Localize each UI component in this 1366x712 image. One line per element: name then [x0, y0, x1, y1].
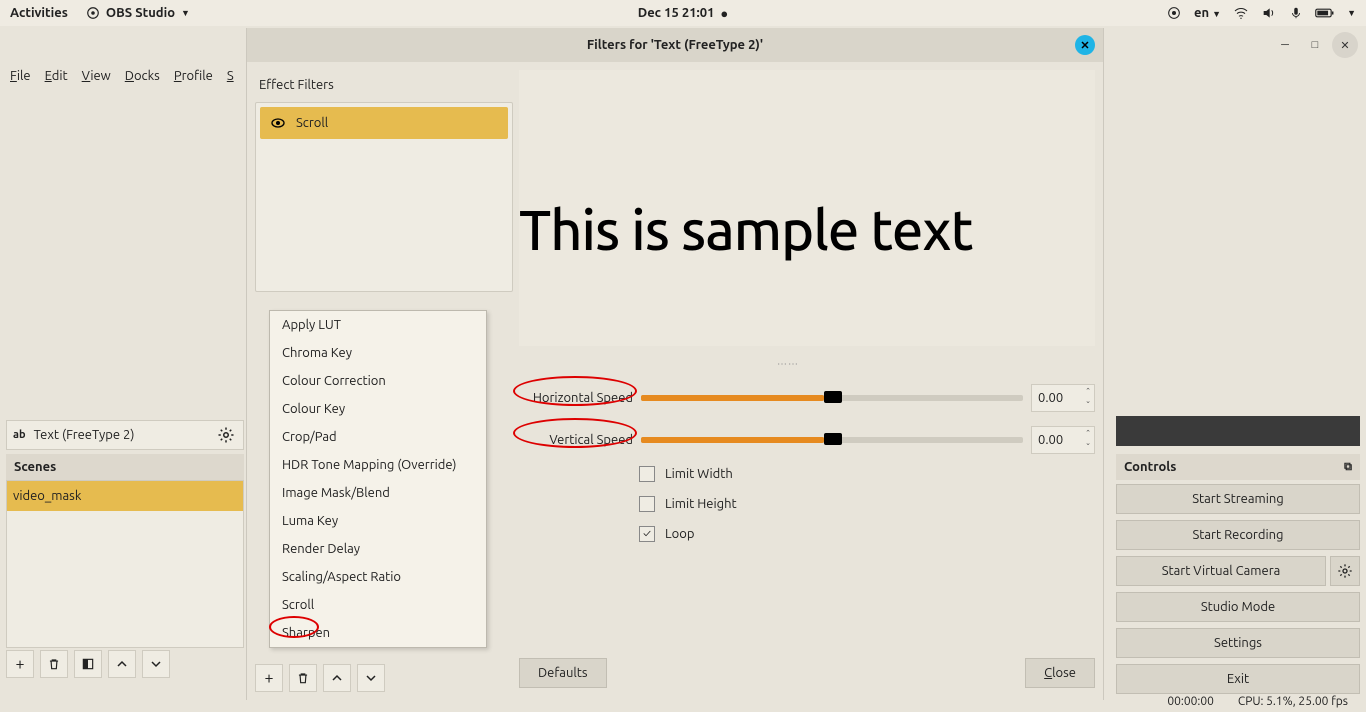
start-recording-button[interactable]: Start Recording — [1116, 520, 1360, 550]
vertical-speed-spinbox[interactable]: 0.00 ⌃⌄ — [1031, 426, 1095, 454]
text-source-icon: ab — [13, 429, 26, 441]
menu-apply-lut[interactable]: Apply LUT — [270, 311, 486, 339]
menu-render-delay[interactable]: Render Delay — [270, 535, 486, 563]
limit-height-row: Limit Height — [639, 496, 737, 512]
audio-mixer-strip — [1116, 416, 1360, 446]
limit-width-checkbox[interactable] — [639, 466, 655, 482]
menu-hdr-tone-mapping[interactable]: HDR Tone Mapping (Override) — [270, 451, 486, 479]
vertical-speed-row: Vertical Speed 0.00 ⌃⌄ — [519, 426, 1095, 454]
loop-label: Loop — [665, 527, 694, 541]
menu-scene-collection[interactable]: S — [227, 69, 234, 83]
battery-icon[interactable] — [1315, 6, 1335, 20]
menu-luma-key[interactable]: Luma Key — [270, 507, 486, 535]
scenes-header: Scenes — [6, 454, 244, 480]
menu-scaling-aspect-ratio[interactable]: Scaling/Aspect Ratio — [270, 563, 486, 591]
popout-icon[interactable]: ⧉ — [1344, 461, 1352, 474]
filter-preview: This is sample text — [519, 70, 1095, 346]
maximize-button[interactable]: □ — [1302, 32, 1328, 58]
obs-tray-icon[interactable] — [1166, 5, 1182, 21]
volume-icon[interactable] — [1261, 5, 1277, 21]
studio-mode-button[interactable]: Studio Mode — [1116, 592, 1360, 622]
scene-item[interactable]: video_mask — [7, 481, 243, 511]
minimize-button[interactable]: ─ — [1272, 32, 1298, 58]
settings-button[interactable]: Settings — [1116, 628, 1360, 658]
clock[interactable]: Dec 15 21:01 ● — [638, 6, 729, 21]
scene-toolbar: + — [6, 648, 244, 680]
close-dialog-button[interactable]: Close — [1025, 658, 1095, 688]
source-name: Text (FreeType 2) — [34, 428, 135, 442]
menu-colour-correction[interactable]: Colour Correction — [270, 367, 486, 395]
menu-profile[interactable]: Profile — [174, 69, 213, 83]
scene-filters-button[interactable] — [74, 650, 102, 678]
status-cpu: CPU: 5.1%, 25.00 fps — [1238, 695, 1348, 708]
horizontal-speed-label: Horizontal Speed — [519, 391, 633, 405]
menu-image-mask-blend[interactable]: Image Mask/Blend — [270, 479, 486, 507]
lang-indicator[interactable]: en ▼ — [1194, 6, 1221, 20]
filters-dialog: Filters for 'Text (FreeType 2)' ✕ Effect… — [246, 28, 1104, 700]
obs-icon — [86, 6, 100, 20]
limit-width-row: Limit Width — [639, 466, 733, 482]
menu-crop-pad[interactable]: Crop/Pad — [270, 423, 486, 451]
start-streaming-button[interactable]: Start Streaming — [1116, 484, 1360, 514]
visibility-icon[interactable] — [270, 115, 286, 131]
horizontal-speed-row: Horizontal Speed 0.00 ⌃⌄ — [519, 384, 1095, 412]
loop-row: ✓ Loop — [639, 526, 694, 542]
move-scene-up-button[interactable] — [108, 650, 136, 678]
app-menu[interactable]: OBS Studio ▼ — [86, 6, 190, 20]
limit-width-label: Limit Width — [665, 467, 733, 481]
menu-scroll[interactable]: Scroll — [270, 591, 486, 619]
menu-file[interactable]: File — [10, 69, 31, 83]
dialog-titlebar: Filters for 'Text (FreeType 2)' ✕ — [247, 28, 1103, 62]
filter-name: Scroll — [296, 116, 328, 130]
preview-text: This is sample text — [519, 198, 973, 261]
remove-filter-button[interactable] — [289, 664, 317, 692]
source-properties-button[interactable] — [215, 424, 237, 446]
add-scene-button[interactable]: + — [6, 650, 34, 678]
controls-header: Controls ⧉ — [1116, 454, 1360, 480]
limit-height-label: Limit Height — [665, 497, 737, 511]
filters-toolbar: + — [255, 664, 385, 692]
add-filter-context-menu: Apply LUT Chroma Key Colour Correction C… — [269, 310, 487, 648]
menu-edit[interactable]: Edit — [45, 69, 68, 83]
effect-filters-label: Effect Filters — [255, 70, 513, 102]
menu-colour-key[interactable]: Colour Key — [270, 395, 486, 423]
add-filter-button[interactable]: + — [255, 664, 283, 692]
menu-chroma-key[interactable]: Chroma Key — [270, 339, 486, 367]
close-button[interactable]: ✕ — [1332, 32, 1358, 58]
activities-button[interactable]: Activities — [10, 6, 68, 20]
virtual-camera-settings-button[interactable] — [1330, 556, 1360, 586]
controls-panel: Start Streaming Start Recording Start Vi… — [1116, 484, 1360, 694]
dialog-close-button[interactable]: ✕ — [1075, 35, 1095, 55]
dialog-title: Filters for 'Text (FreeType 2)' — [587, 38, 763, 52]
wifi-icon[interactable] — [1233, 5, 1249, 21]
status-time: 00:00:00 — [1167, 695, 1214, 708]
limit-height-checkbox[interactable] — [639, 496, 655, 512]
gnome-topbar: Activities OBS Studio ▼ Dec 15 21:01 ● e… — [0, 0, 1366, 26]
move-filter-down-button[interactable] — [357, 664, 385, 692]
vertical-speed-label: Vertical Speed — [519, 433, 633, 447]
menu-view[interactable]: View — [82, 69, 111, 83]
remove-scene-button[interactable] — [40, 650, 68, 678]
horizontal-speed-slider[interactable] — [641, 395, 1023, 401]
horizontal-speed-spinbox[interactable]: 0.00 ⌃⌄ — [1031, 384, 1095, 412]
menu-sharpen[interactable]: Sharpen — [270, 619, 486, 647]
defaults-button[interactable]: Defaults — [519, 658, 607, 688]
start-virtual-camera-button[interactable]: Start Virtual Camera — [1116, 556, 1326, 586]
menu-docks[interactable]: Docks — [125, 69, 160, 83]
vertical-speed-slider[interactable] — [641, 437, 1023, 443]
resize-grip[interactable]: ⋯⋯ — [777, 358, 799, 370]
filter-item-scroll[interactable]: Scroll — [260, 107, 508, 139]
scenes-list: video_mask — [6, 480, 244, 648]
source-item[interactable]: ab Text (FreeType 2) — [6, 420, 244, 450]
filter-list: Scroll — [255, 102, 513, 292]
move-filter-up-button[interactable] — [323, 664, 351, 692]
loop-checkbox[interactable]: ✓ — [639, 526, 655, 542]
move-scene-down-button[interactable] — [142, 650, 170, 678]
mic-icon[interactable] — [1289, 6, 1303, 20]
